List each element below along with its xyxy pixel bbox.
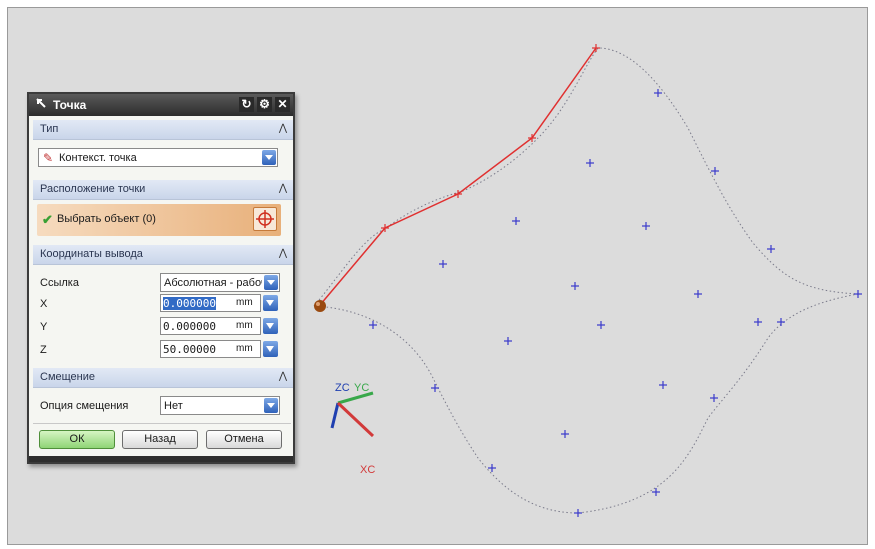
point-marker[interactable] xyxy=(694,290,702,298)
z-unit: mm xyxy=(236,343,253,354)
x-spin-button[interactable] xyxy=(263,295,278,311)
point-marker[interactable] xyxy=(439,260,447,268)
pin-icon[interactable] xyxy=(35,97,49,111)
point-dialog: Точка ↻ ⚙ ✕ Тип ⋀ ✎ Контекст. точка Расп… xyxy=(27,92,295,464)
z-field[interactable]: 50.00000 mm xyxy=(160,340,261,358)
point-marker[interactable] xyxy=(659,381,667,389)
point-marker[interactable] xyxy=(754,318,762,326)
dropdown-arrow-icon[interactable] xyxy=(262,150,276,165)
dialog-title: Точка xyxy=(53,98,87,112)
z-spin-button[interactable] xyxy=(263,341,278,357)
y-field[interactable]: 0.000000 mm xyxy=(160,317,261,335)
cancel-button[interactable]: Отмена xyxy=(206,430,282,449)
z-value: 50.00000 xyxy=(163,343,216,356)
origin-point[interactable] xyxy=(314,300,326,312)
point-marker[interactable] xyxy=(561,430,569,438)
point-marker[interactable] xyxy=(597,321,605,329)
x-label: X xyxy=(40,298,48,310)
reference-label: Ссылка xyxy=(40,277,79,289)
reference-value: Абсолютная - рабоч xyxy=(164,277,262,289)
divider xyxy=(33,423,291,424)
point-marker[interactable] xyxy=(574,509,582,517)
point-marker[interactable] xyxy=(854,290,862,298)
point-marker[interactable] xyxy=(504,337,512,345)
offset-option-label: Опция смещения xyxy=(40,400,129,412)
point-marker[interactable] xyxy=(369,321,377,329)
offset-value: Нет xyxy=(164,400,183,412)
x-field[interactable]: 0.000000 mm xyxy=(160,294,261,312)
dropdown-arrow-icon[interactable] xyxy=(264,398,278,413)
control-polyline xyxy=(319,47,597,306)
y-spin-button[interactable] xyxy=(263,318,278,334)
point-marker[interactable] xyxy=(710,394,718,402)
crosshair-icon xyxy=(256,210,274,228)
boundary-curve xyxy=(312,47,859,514)
point-type-icon: ✎ xyxy=(43,151,54,165)
point-markers xyxy=(369,44,862,517)
dialog-titlebar[interactable]: Точка ↻ ⚙ ✕ xyxy=(29,94,293,116)
y-value: 0.000000 xyxy=(163,320,216,333)
close-icon[interactable]: ✕ xyxy=(275,97,290,112)
reference-combo[interactable]: Абсолютная - рабоч xyxy=(160,273,280,292)
chevron-up-icon[interactable]: ⋀ xyxy=(275,181,291,197)
y-label: Y xyxy=(40,321,48,333)
section-output-header[interactable]: Координаты вывода ⋀ xyxy=(33,245,293,265)
axis-label-xc: XC xyxy=(360,464,375,476)
select-object-label: Выбрать объект (0) xyxy=(57,213,156,225)
dropdown-arrow-icon[interactable] xyxy=(264,275,278,290)
axis-label-zc: ZC xyxy=(335,382,350,394)
point-marker[interactable] xyxy=(652,488,660,496)
chevron-up-icon[interactable]: ⋀ xyxy=(275,246,291,262)
back-button[interactable]: Назад xyxy=(122,430,198,449)
axis-label-yc: YC xyxy=(354,382,369,394)
section-offset-header[interactable]: Смещение ⋀ xyxy=(33,368,293,388)
point-marker[interactable] xyxy=(642,222,650,230)
point-marker[interactable] xyxy=(654,89,662,97)
point-marker[interactable] xyxy=(767,245,775,253)
offset-combo[interactable]: Нет xyxy=(160,396,280,415)
ok-button[interactable]: ОК xyxy=(39,430,115,449)
point-marker[interactable] xyxy=(431,384,439,392)
checkmark-icon: ✔ xyxy=(42,212,53,227)
section-type-header[interactable]: Тип ⋀ xyxy=(33,120,293,140)
point-marker[interactable] xyxy=(512,217,520,225)
axis-triad: ZC YC XC xyxy=(330,382,375,476)
y-unit: mm xyxy=(236,320,253,331)
dialog-bottom-bar xyxy=(29,456,293,462)
gear-icon[interactable]: ⚙ xyxy=(257,97,272,112)
chevron-up-icon[interactable]: ⋀ xyxy=(275,369,291,385)
x-value: 0.000000 xyxy=(163,297,216,310)
point-marker[interactable] xyxy=(711,167,719,175)
type-value: Контекст. точка xyxy=(59,152,137,164)
x-unit: mm xyxy=(236,297,253,308)
point-marker[interactable] xyxy=(586,159,594,167)
z-label: Z xyxy=(40,344,47,356)
point-marker[interactable] xyxy=(571,282,579,290)
point-marker[interactable] xyxy=(488,464,496,472)
point-marker[interactable] xyxy=(777,318,785,326)
select-object-bar[interactable]: ✔ Выбрать объект (0) xyxy=(37,204,281,236)
type-combo[interactable]: ✎ Контекст. точка xyxy=(38,148,278,167)
chevron-up-icon[interactable]: ⋀ xyxy=(275,121,291,137)
reset-icon[interactable]: ↻ xyxy=(239,97,254,112)
point-constructor-button[interactable] xyxy=(253,207,277,231)
section-location-header[interactable]: Расположение точки ⋀ xyxy=(33,180,293,200)
